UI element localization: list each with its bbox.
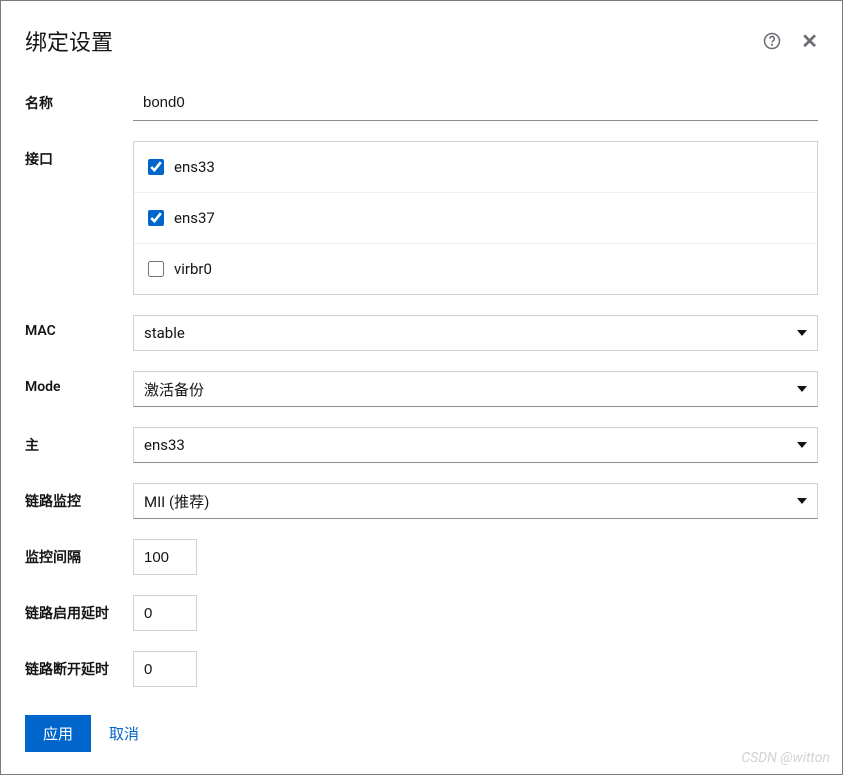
interface-item[interactable]: ens33 <box>134 142 817 192</box>
watermark: CSDN @witton <box>741 750 830 766</box>
label-mode: Mode <box>25 371 133 395</box>
label-link-monitor: 链路监控 <box>25 483 133 511</box>
actions: 应用 取消 <box>25 715 818 752</box>
row-link-down-delay: 链路断开延时 <box>25 651 818 687</box>
caret-down-icon <box>797 386 807 392</box>
row-mac: MAC stable <box>25 315 818 351</box>
interface-label: ens37 <box>174 209 215 227</box>
row-link-up-delay: 链路启用延时 <box>25 595 818 631</box>
mac-value: stable <box>144 324 185 342</box>
label-primary: 主 <box>25 427 133 455</box>
interface-checkbox[interactable] <box>148 261 164 277</box>
primary-select[interactable]: ens33 <box>133 427 818 463</box>
close-icon[interactable]: ✕ <box>801 29 818 53</box>
caret-down-icon <box>797 498 807 504</box>
interfaces-list: ens33 ens37 virbr0 <box>133 141 818 295</box>
mode-value: 激活备份 <box>144 379 204 400</box>
row-link-monitor: 链路监控 MII (推荐) <box>25 483 818 519</box>
label-monitor-interval: 监控间隔 <box>25 539 133 567</box>
label-mac: MAC <box>25 315 133 339</box>
link-monitor-value: MII (推荐) <box>144 491 209 512</box>
row-mode: Mode 激活备份 <box>25 371 818 407</box>
primary-value: ens33 <box>144 436 185 454</box>
interface-label: ens33 <box>174 158 215 176</box>
interface-item[interactable]: ens37 <box>134 192 817 243</box>
caret-down-icon <box>797 442 807 448</box>
interface-item[interactable]: virbr0 <box>134 243 817 294</box>
bond-settings-modal: 绑定设置 ✕ 名称 接口 <box>1 1 842 774</box>
row-name: 名称 <box>25 85 818 121</box>
form: 名称 接口 ens33 ens37 <box>25 85 818 752</box>
caret-down-icon <box>797 330 807 336</box>
label-link-down-delay: 链路断开延时 <box>25 651 133 679</box>
header-icons: ✕ <box>763 29 818 53</box>
interface-checkbox[interactable] <box>148 159 164 175</box>
label-interfaces: 接口 <box>25 141 133 169</box>
monitor-interval-input[interactable] <box>133 539 197 575</box>
label-name: 名称 <box>25 85 133 113</box>
name-input[interactable] <box>133 85 818 121</box>
label-link-up-delay: 链路启用延时 <box>25 595 133 623</box>
help-icon[interactable] <box>763 32 781 50</box>
modal-title: 绑定设置 <box>25 25 113 57</box>
row-primary: 主 ens33 <box>25 427 818 463</box>
link-up-delay-input[interactable] <box>133 595 197 631</box>
interface-checkbox[interactable] <box>148 210 164 226</box>
mode-select[interactable]: 激活备份 <box>133 371 818 407</box>
link-monitor-select[interactable]: MII (推荐) <box>133 483 818 519</box>
cancel-button[interactable]: 取消 <box>109 723 139 744</box>
mac-select[interactable]: stable <box>133 315 818 351</box>
interface-label: virbr0 <box>174 260 212 278</box>
link-down-delay-input[interactable] <box>133 651 197 687</box>
modal-header: 绑定设置 ✕ <box>25 25 818 57</box>
row-interfaces: 接口 ens33 ens37 virbr0 <box>25 141 818 295</box>
apply-button[interactable]: 应用 <box>25 715 91 752</box>
row-monitor-interval: 监控间隔 <box>25 539 818 575</box>
